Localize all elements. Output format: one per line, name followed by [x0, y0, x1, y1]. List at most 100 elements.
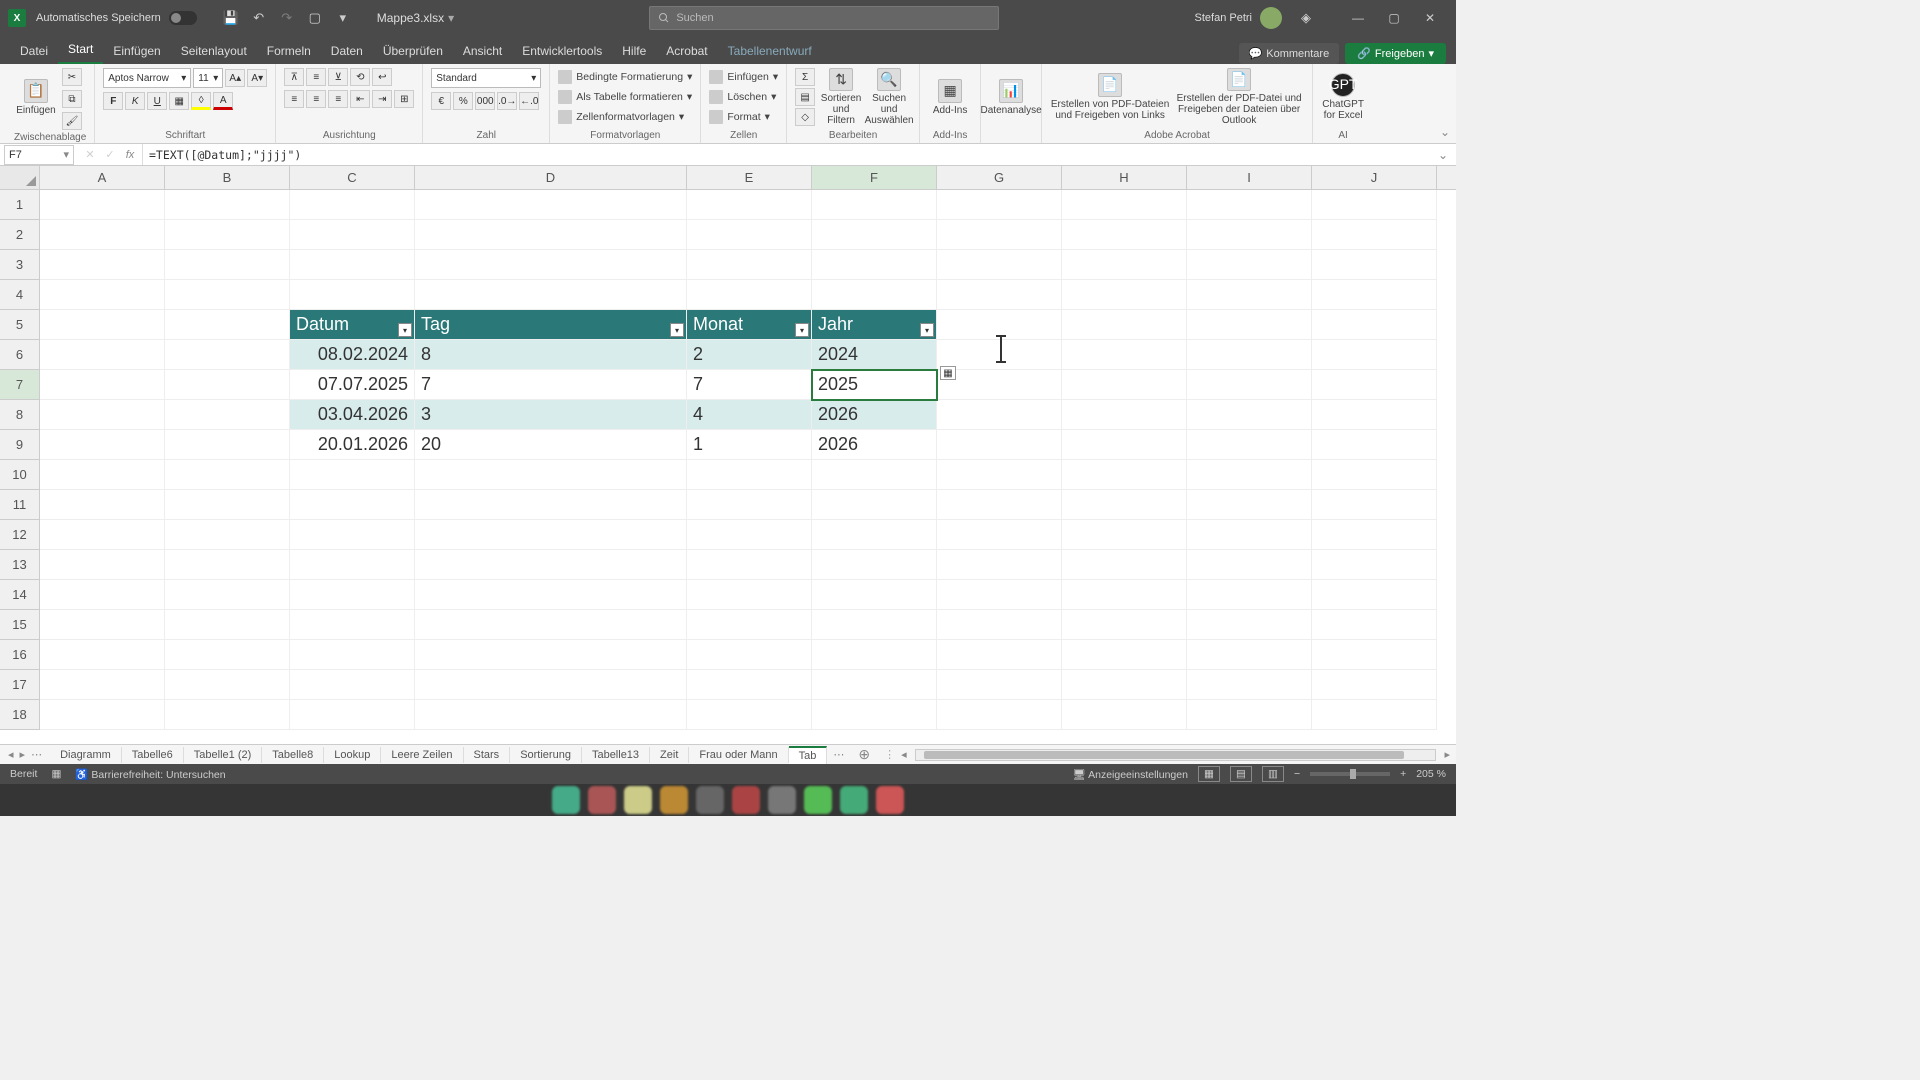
zoom-out-icon[interactable]: − [1294, 768, 1300, 780]
col-header-C[interactable]: C [290, 166, 415, 189]
insert-cells-button[interactable]: Einfügen ▾ [709, 68, 778, 86]
tab-daten[interactable]: Daten [321, 38, 373, 64]
row-header-13[interactable]: 13 [0, 550, 40, 580]
expand-formula-bar-icon[interactable]: ⌄ [1430, 148, 1456, 162]
taskbar-app-icon[interactable] [552, 786, 580, 814]
col-header-G[interactable]: G [937, 166, 1062, 189]
taskbar-app-icon[interactable] [768, 786, 796, 814]
number-format-select[interactable]: Standard▾ [431, 68, 541, 88]
underline-button[interactable]: U [147, 92, 167, 110]
cell-E8[interactable]: 4 [687, 400, 812, 430]
font-name-select[interactable]: Aptos Narrow▾ [103, 68, 191, 88]
format-cells-button[interactable]: Format ▾ [709, 108, 770, 126]
col-header-D[interactable]: D [415, 166, 687, 189]
row-header-17[interactable]: 17 [0, 670, 40, 700]
tab-acrobat[interactable]: Acrobat [656, 38, 717, 64]
conditional-formatting-button[interactable]: Bedingte Formatierung ▾ [558, 68, 692, 86]
row-header-8[interactable]: 8 [0, 400, 40, 430]
redo-icon[interactable]: ↷ [275, 6, 299, 30]
align-bottom-icon[interactable]: ⊻ [328, 68, 348, 86]
tab-datei[interactable]: Datei [10, 38, 58, 64]
share-button[interactable]: 🔗 Freigeben ▾ [1345, 43, 1446, 64]
taskbar-app-icon[interactable] [876, 786, 904, 814]
col-header-B[interactable]: B [165, 166, 290, 189]
close-button[interactable]: ✕ [1412, 0, 1448, 36]
font-color-button[interactable]: A [213, 92, 233, 110]
sheet-tab-tabelle8[interactable]: Tabelle8 [262, 747, 324, 763]
align-top-icon[interactable]: ⊼ [284, 68, 304, 86]
horizontal-scrollbar[interactable] [915, 749, 1437, 761]
sort-filter-button[interactable]: ⇅Sortieren und Filtern [819, 68, 863, 126]
sheet-nav-next-icon[interactable]: ▸ [20, 748, 26, 761]
tab-ueberpruefen[interactable]: Überprüfen [373, 38, 453, 64]
filter-icon[interactable]: ▾ [795, 323, 809, 337]
col-header-F[interactable]: F [812, 166, 937, 189]
sheet-tab-diagramm[interactable]: Diagramm [50, 747, 122, 763]
filename[interactable]: Mappe3.xlsx [377, 11, 444, 25]
row-header-7[interactable]: 7 [0, 370, 40, 400]
cell-C9[interactable]: 20.01.2026 [290, 430, 415, 460]
hscroll-thumb[interactable] [924, 751, 1404, 759]
fill-icon[interactable]: ▤ [795, 88, 815, 106]
taskbar-app-icon[interactable] [660, 786, 688, 814]
tab-tabellenentwurf[interactable]: Tabellenentwurf [718, 38, 822, 64]
camera-icon[interactable]: ▢ [303, 6, 327, 30]
col-header-H[interactable]: H [1062, 166, 1187, 189]
maximize-button[interactable]: ▢ [1376, 0, 1412, 36]
cancel-formula-icon[interactable]: ✕ [82, 148, 98, 161]
autosave-toggle[interactable] [169, 11, 197, 25]
row-header-9[interactable]: 9 [0, 430, 40, 460]
minimize-button[interactable]: — [1340, 0, 1376, 36]
row-header-10[interactable]: 10 [0, 460, 40, 490]
increase-indent-icon[interactable]: ⇥ [372, 90, 392, 108]
cell-D9[interactable]: 20 [415, 430, 687, 460]
user-account[interactable]: Stefan Petri [1195, 7, 1282, 29]
row-header-15[interactable]: 15 [0, 610, 40, 640]
save-icon[interactable]: 💾 [219, 6, 243, 30]
cell-F6[interactable]: 2024 [812, 340, 937, 370]
zoom-slider[interactable] [1310, 772, 1390, 776]
thousands-icon[interactable]: 000 [475, 92, 495, 110]
taskbar-app-icon[interactable] [624, 786, 652, 814]
add-sheet-button[interactable]: ⊕ [850, 746, 878, 763]
cell-C8[interactable]: 03.04.2026 [290, 400, 415, 430]
tab-entwicklertools[interactable]: Entwicklertools [512, 38, 612, 64]
qat-more-icon[interactable]: ▾ [331, 6, 355, 30]
sheet-tab-lookup[interactable]: Lookup [324, 747, 381, 763]
taskbar-app-icon[interactable] [840, 786, 868, 814]
col-header-A[interactable]: A [40, 166, 165, 189]
chatgpt-button[interactable]: GPTChatGPT for Excel [1321, 68, 1365, 126]
row-header-16[interactable]: 16 [0, 640, 40, 670]
view-page-layout-icon[interactable]: ▤ [1230, 766, 1252, 782]
pdf-share-outlook-button[interactable]: 📄Erstellen der PDF-Datei und Freigeben d… [1174, 68, 1304, 126]
align-middle-icon[interactable]: ≡ [306, 68, 326, 86]
border-button[interactable]: ▦ [169, 92, 189, 110]
table-header-tag[interactable]: Tag▾ [415, 310, 687, 340]
zoom-in-icon[interactable]: + [1400, 768, 1406, 780]
cell-C7[interactable]: 07.07.2025 [290, 370, 415, 400]
align-right-icon[interactable]: ≡ [328, 90, 348, 108]
table-header-jahr[interactable]: Jahr▾ [812, 310, 937, 340]
percent-icon[interactable]: % [453, 92, 473, 110]
taskbar-app-icon[interactable] [732, 786, 760, 814]
fill-color-button[interactable]: ◊ [191, 92, 211, 110]
cut-icon[interactable]: ✂ [62, 68, 82, 86]
sheet-tab-tabelle1-2[interactable]: Tabelle1 (2) [184, 747, 262, 763]
row-header-11[interactable]: 11 [0, 490, 40, 520]
view-normal-icon[interactable]: ▦ [1198, 766, 1220, 782]
increase-font-icon[interactable]: A▴ [225, 69, 245, 87]
macros-icon[interactable]: ▦ [51, 768, 61, 780]
row-header-18[interactable]: 18 [0, 700, 40, 730]
format-painter-icon[interactable]: 🖌 [62, 112, 82, 130]
hscroll-right-icon[interactable]: ▸ [1444, 748, 1456, 761]
align-center-icon[interactable]: ≡ [306, 90, 326, 108]
cell-styles-button[interactable]: Zellenformatvorlagen ▾ [558, 108, 684, 126]
tab-start[interactable]: Start [58, 36, 103, 64]
tab-formeln[interactable]: Formeln [257, 38, 321, 64]
col-header-E[interactable]: E [687, 166, 812, 189]
col-header-J[interactable]: J [1312, 166, 1437, 189]
clear-icon[interactable]: ◇ [795, 108, 815, 126]
sheet-tab-zeit[interactable]: Zeit [650, 747, 689, 763]
decrease-indent-icon[interactable]: ⇤ [350, 90, 370, 108]
decrease-font-icon[interactable]: A▾ [247, 69, 267, 87]
